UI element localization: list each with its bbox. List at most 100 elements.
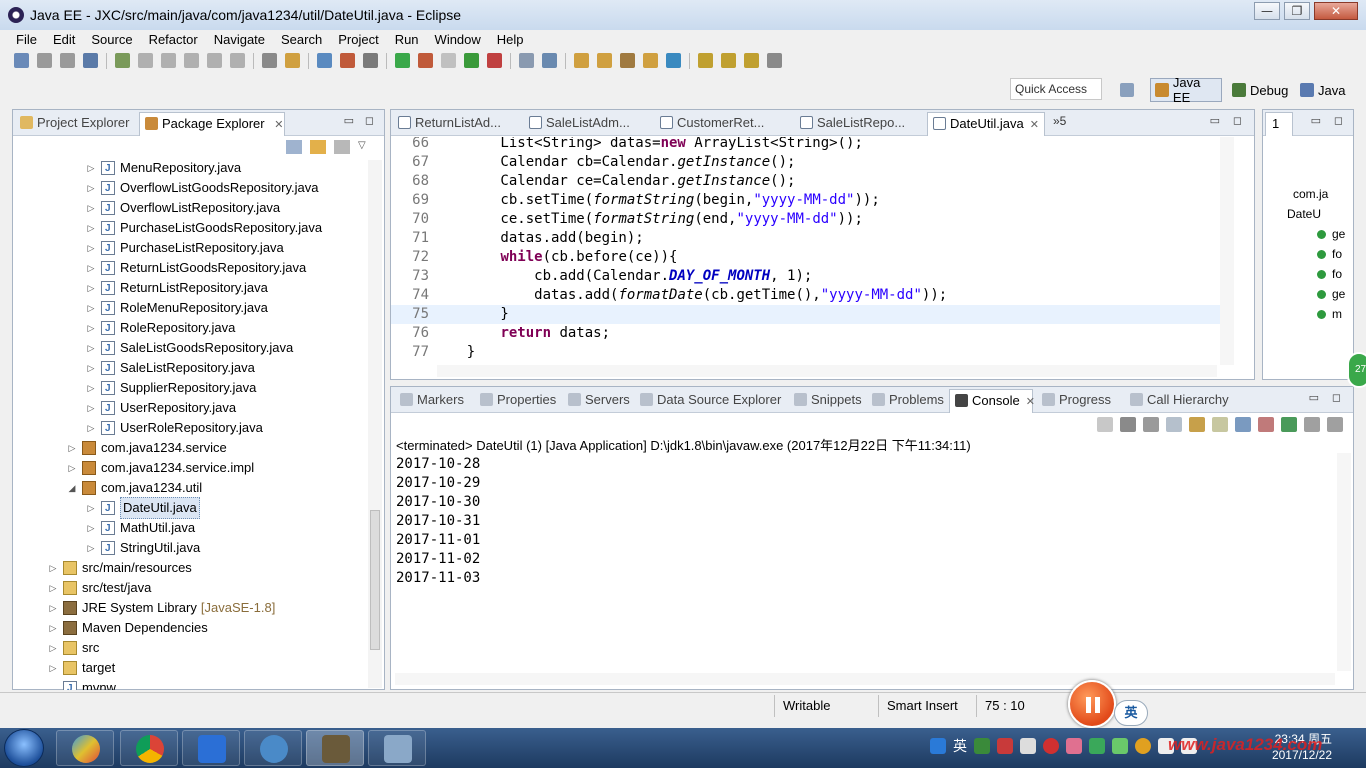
collapsed-arrow-icon[interactable]: ▷ — [47, 658, 59, 678]
tree-item[interactable]: ▷ UserRepository.java — [85, 398, 237, 419]
console-tab-call-hierarchy[interactable]: Call Hierarchy — [1125, 389, 1245, 413]
toolbar-tool-18-icon[interactable] — [363, 53, 378, 68]
tree-item[interactable]: ▷ StringUtil.java — [85, 538, 201, 559]
outline-maximize-icon[interactable]: ◻ — [1334, 114, 1343, 127]
toolbar-tool-31-icon[interactable] — [620, 53, 635, 68]
tree-item[interactable]: ▷ MathUtil.java — [85, 518, 196, 539]
maximize-view-icon[interactable]: ◻ — [365, 114, 374, 127]
collapsed-arrow-icon[interactable]: ▷ — [85, 418, 97, 438]
menu-source[interactable]: Source — [83, 30, 140, 50]
console-tab-problems[interactable]: Problems — [867, 389, 945, 413]
code-line[interactable]: 71 datas.add(begin); — [391, 229, 1221, 248]
outline-item[interactable]: fo — [1317, 264, 1342, 284]
tree-item[interactable]: ▷ PurchaseListGoodsRepository.java — [85, 218, 323, 239]
editor-tab[interactable]: SaleListAdm... — [524, 112, 652, 136]
toolbar-tool-20-icon[interactable] — [395, 53, 410, 68]
editor-vertical-scrollbar[interactable] — [1220, 137, 1234, 365]
tab-project-explorer[interactable]: Project Explorer — [15, 112, 137, 136]
toolbar-tool-16-icon[interactable] — [317, 53, 332, 68]
collapsed-arrow-icon[interactable]: ▷ — [85, 198, 97, 218]
clear-console-icon[interactable] — [1166, 417, 1182, 432]
console-tab-snippets[interactable]: Snippets — [789, 389, 863, 413]
taskbar-app-eclipse[interactable] — [306, 730, 364, 766]
toolbar-tool-9-icon[interactable] — [184, 53, 199, 68]
collapsed-arrow-icon[interactable]: ▷ — [85, 518, 97, 538]
code-line[interactable]: 75 } — [391, 305, 1221, 324]
collapsed-arrow-icon[interactable]: ▷ — [85, 318, 97, 338]
collapsed-arrow-icon[interactable]: ▷ — [85, 338, 97, 358]
outline-item[interactable]: DateU — [1287, 204, 1321, 224]
toolbar-tool-10-icon[interactable] — [207, 53, 222, 68]
menu-run[interactable]: Run — [387, 30, 427, 50]
collapsed-arrow-icon[interactable]: ▷ — [85, 358, 97, 378]
collapsed-arrow-icon[interactable]: ▷ — [47, 618, 59, 638]
tree-item[interactable]: ▷ MenuRepository.java — [85, 160, 242, 179]
security-shield-icon[interactable] — [1089, 738, 1105, 754]
taskbar-app-photos[interactable] — [56, 730, 114, 766]
code-line[interactable]: 68 Calendar ce=Calendar.getInstance(); — [391, 172, 1221, 191]
code-line[interactable]: 67 Calendar cb=Calendar.getInstance(); — [391, 153, 1221, 172]
toolbar-tool-7-icon[interactable] — [138, 53, 153, 68]
close-tab-icon[interactable]: ✕ — [1030, 119, 1039, 131]
explorer-scroll-thumb[interactable] — [370, 510, 380, 650]
collapsed-arrow-icon[interactable]: ▷ — [85, 160, 97, 178]
side-floating-badge[interactable]: 27 — [1347, 352, 1366, 388]
link-with-editor-icon[interactable] — [310, 140, 326, 154]
toolbar-tool-1-icon[interactable] — [14, 53, 29, 68]
menu-navigate[interactable]: Navigate — [206, 30, 273, 50]
editor-maximize-icon[interactable]: ◻ — [1233, 114, 1242, 127]
tree-item[interactable]: ▷ OverflowListRepository.java — [85, 198, 281, 219]
tree-item[interactable]: ▷ target — [47, 658, 115, 678]
power-icon[interactable] — [1135, 738, 1151, 754]
terminate-icon[interactable] — [1097, 417, 1113, 432]
collapsed-arrow-icon[interactable]: ▷ — [85, 258, 97, 278]
toolbar-tool-30-icon[interactable] — [597, 53, 612, 68]
menu-project[interactable]: Project — [330, 30, 386, 50]
code-editor[interactable]: 66 List<String> datas=new ArrayList<Stri… — [391, 137, 1221, 365]
toolbar-tool-24-icon[interactable] — [487, 53, 502, 68]
explorer-scrollbar[interactable] — [368, 160, 382, 688]
toolbar-tool-6-icon[interactable] — [115, 53, 130, 68]
collapsed-arrow-icon[interactable]: ▷ — [66, 458, 78, 478]
console-tab-console[interactable]: Console ✕ — [949, 389, 1035, 413]
quick-access-input[interactable]: Quick Access — [1010, 78, 1102, 100]
show-stdout-icon[interactable] — [1235, 417, 1251, 432]
close-tab-icon[interactable]: ✕ — [1026, 396, 1035, 408]
view-menu-icon[interactable]: ▽ — [358, 140, 374, 154]
tree-item[interactable]: ▷ OverflowListGoodsRepository.java — [85, 178, 319, 199]
toolbar-tool-4-icon[interactable] — [83, 53, 98, 68]
toolbar-tool-22-icon[interactable] — [441, 53, 456, 68]
code-line[interactable]: 74 datas.add(formatDate(cb.getTime(),"yy… — [391, 286, 1221, 305]
record-tray-icon[interactable] — [1043, 738, 1059, 754]
code-line[interactable]: 76 return datas; — [391, 324, 1221, 343]
code-line[interactable]: 70 ce.setTime(formatString(end,"yyyy-MM-… — [391, 210, 1221, 229]
toolbar-tool-27-icon[interactable] — [542, 53, 557, 68]
outline-minimize-icon[interactable]: ▭ — [1311, 114, 1321, 127]
taskbar-app-mysql[interactable] — [244, 730, 302, 766]
tree-item[interactable]: ▷ PurchaseListRepository.java — [85, 238, 284, 259]
tray-app-icon[interactable] — [997, 738, 1013, 754]
toolbar-tool-29-icon[interactable] — [574, 53, 589, 68]
perspective-debug[interactable]: Debug — [1228, 78, 1290, 102]
collapsed-arrow-icon[interactable]: ▷ — [85, 298, 97, 318]
editor-tab[interactable]: ReturnListAd... — [393, 112, 521, 136]
tree-item[interactable]: ▷ ReturnListGoodsRepository.java — [85, 258, 307, 279]
toolbar-tool-33-icon[interactable] — [666, 53, 681, 68]
toolbar-tool-17-icon[interactable] — [340, 53, 355, 68]
perspective-javaee[interactable]: Java EE — [1150, 75, 1222, 105]
console-tab-progress[interactable]: Progress — [1037, 389, 1121, 413]
collapsed-arrow-icon[interactable]: ▷ — [85, 378, 97, 398]
tab-outline[interactable]: 1 — [1265, 112, 1293, 136]
editor-minimize-icon[interactable]: ▭ — [1210, 114, 1220, 127]
tree-item[interactable]: ▷ UserRoleRepository.java — [85, 418, 263, 439]
tree-item[interactable]: ▷ RoleRepository.java — [85, 318, 236, 339]
tree-item[interactable]: ▷ RoleMenuRepository.java — [85, 298, 268, 319]
console-tab-data-source-explorer[interactable]: Data Source Explorer — [635, 389, 785, 413]
toolbar-tool-23-icon[interactable] — [464, 53, 479, 68]
outline-item[interactable]: com.ja — [1293, 184, 1328, 204]
menu-refactor[interactable]: Refactor — [141, 30, 206, 50]
toolbar-tool-11-icon[interactable] — [230, 53, 245, 68]
toolbar-tool-3-icon[interactable] — [60, 53, 75, 68]
tree-item[interactable]: ▷ com.java1234.service.impl — [66, 458, 254, 478]
tree-item[interactable]: ▷ DateUtil.java — [85, 497, 200, 519]
